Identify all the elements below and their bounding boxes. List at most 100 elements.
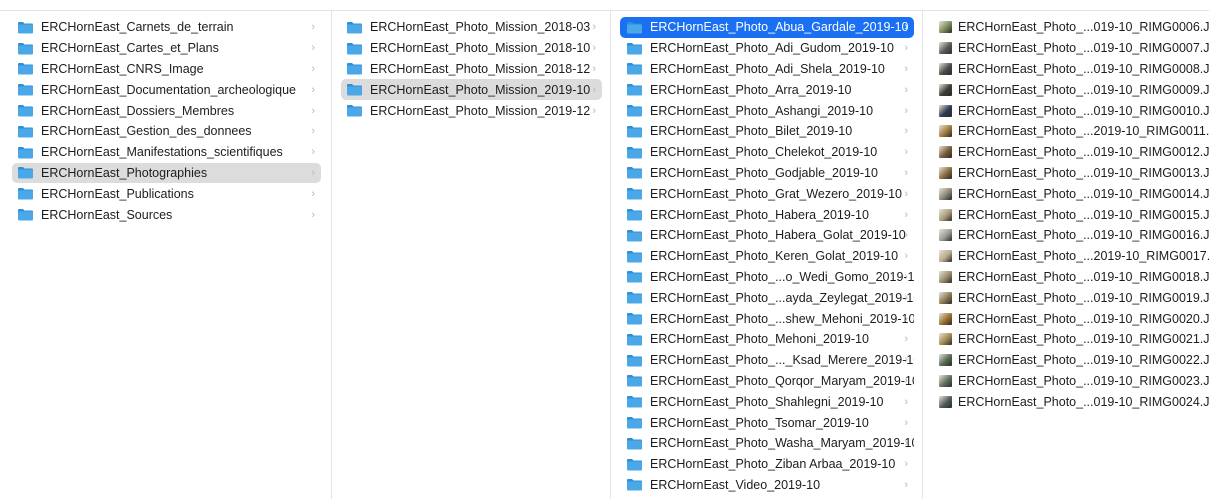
file-item[interactable]: ERCHornEast_Photo_...019-10_RIMG0020.JPG bbox=[935, 308, 1209, 329]
folder-name: ERCHornEast_Photo_Habera_Golat_2019-10 bbox=[650, 228, 906, 243]
chevron-right-icon: › bbox=[904, 478, 908, 491]
chevron-right-icon: › bbox=[311, 146, 315, 159]
file-item[interactable]: ERCHornEast_Photo_...019-10_RIMG0016.JPG bbox=[935, 225, 1209, 246]
finder-column-root[interactable]: ERCHornEast_Carnets_de_terrain › ERCHornEa… bbox=[0, 11, 332, 499]
file-name: ERCHornEast_Photo_...019-10_RIMG0020.JPG bbox=[958, 311, 1209, 326]
folder-item[interactable]: ERCHornEast_Carnets_de_terrain › bbox=[12, 17, 321, 38]
folder-icon bbox=[18, 21, 33, 34]
folder-item[interactable]: ERCHornEast_Photo_Godjable_2019-10 › bbox=[620, 163, 914, 184]
image-thumbnail-icon bbox=[939, 21, 952, 34]
folder-item[interactable]: ERCHornEast_Photo_Shahlegni_2019-10 › bbox=[620, 391, 914, 412]
folder-item[interactable]: ERCHornEast_Photo_Habera_Golat_2019-10 › bbox=[620, 225, 914, 246]
folder-item[interactable]: ERCHornEast_Photo_Mission_2019-10 › bbox=[341, 79, 602, 101]
folder-name: ERCHornEast_Photo_Mission_2019-10 bbox=[370, 82, 591, 97]
folder-name: ERCHornEast_Photo_Abua_Gardale_2019-10 bbox=[650, 20, 909, 35]
folder-icon bbox=[627, 146, 642, 159]
chevron-right-icon: › bbox=[904, 458, 908, 471]
folder-item[interactable]: ERCHornEast_Photo_..._Ksad_Merere_2019-1… bbox=[620, 350, 914, 371]
folder-name: ERCHornEast_Photo_Washa_Maryam_2019-10 bbox=[650, 436, 914, 451]
folder-item[interactable]: ERCHornEast_Gestion_des_donnees › bbox=[12, 121, 321, 142]
folder-icon bbox=[627, 63, 642, 75]
folder-item[interactable]: ERCHornEast_Photo_Mehoni_2019-10 › bbox=[620, 329, 914, 350]
file-item[interactable]: ERCHornEast_Photo_...019-10_RIMG0024.JPG bbox=[935, 391, 1209, 412]
chevron-right-icon: › bbox=[592, 21, 596, 34]
folder-item[interactable]: ERCHornEast_Photo_Habera_2019-10 › bbox=[620, 204, 914, 225]
folder-name: ERCHornEast_Photo_...shew_Mehoni_2019-10 bbox=[650, 311, 914, 326]
folder-name: ERCHornEast_Photo_Grat_Wezero_2019-10 bbox=[650, 186, 902, 201]
file-item[interactable]: ERCHornEast_Photo_...019-10_RIMG0014.JPG bbox=[935, 183, 1209, 204]
folder-item[interactable]: ERCHornEast_Photo_Abua_Gardale_2019-10 › bbox=[620, 17, 914, 38]
file-item[interactable]: ERCHornEast_Photo_...019-10_RIMG0009.JPG bbox=[935, 79, 1209, 100]
folder-item[interactable]: ERCHornEast_Manifestations_scientifiques… bbox=[12, 142, 321, 163]
folder-item[interactable]: ERCHornEast_Photo_Mission_2018-03 › bbox=[341, 17, 602, 38]
file-item[interactable]: ERCHornEast_Photo_...019-10_RIMG0006.JPG bbox=[935, 17, 1209, 38]
file-item[interactable]: ERCHornEast_Photo_...019-10_RIMG0015.JPG bbox=[935, 204, 1209, 225]
file-item[interactable]: ERCHornEast_Photo_...019-10_RIMG0008.JPG bbox=[935, 59, 1209, 80]
image-thumbnail-icon bbox=[939, 187, 952, 200]
file-item[interactable]: ERCHornEast_Photo_...019-10_RIMG0021.JPG bbox=[935, 329, 1209, 350]
folder-item[interactable]: ERCHornEast_Photographies › bbox=[12, 162, 321, 184]
image-thumbnail-icon bbox=[939, 146, 952, 159]
file-item[interactable]: ERCHornEast_Photo_...019-10_RIMG0019.JPG bbox=[935, 287, 1209, 308]
folder-item[interactable]: ERCHornEast_Dossiers_Membres › bbox=[12, 100, 321, 121]
chevron-right-icon: › bbox=[904, 312, 908, 325]
image-thumbnail-icon bbox=[939, 291, 952, 304]
folder-item[interactable]: ERCHornEast_Photo_Adi_Shela_2019-10 › bbox=[620, 59, 914, 80]
file-name: ERCHornEast_Photo_...019-10_RIMG0019.JPG bbox=[958, 290, 1209, 305]
folder-name: ERCHornEast_Dossiers_Membres bbox=[41, 103, 235, 118]
folder-item[interactable]: ERCHornEast_Photo_Ziban Arbaa_2019-10 › bbox=[620, 454, 914, 475]
chevron-right-icon: › bbox=[904, 62, 908, 75]
chevron-right-icon: › bbox=[592, 62, 596, 75]
folder-name: ERCHornEast_Photographies bbox=[41, 165, 208, 180]
folder-item[interactable]: ERCHornEast_Photo_...o_Wedi_Gomo_2019-10… bbox=[620, 267, 914, 288]
folder-icon bbox=[347, 84, 362, 96]
folder-item[interactable]: ERCHornEast_Photo_Qorqor_Maryam_2019-10 › bbox=[620, 371, 914, 392]
file-item[interactable]: ERCHornEast_Photo_...2019-10_RIMG0017.JP… bbox=[935, 246, 1209, 267]
folder-item[interactable]: ERCHornEast_Photo_Bilet_2019-10 › bbox=[620, 121, 914, 142]
folder-item[interactable]: ERCHornEast_Photo_Mission_2018-12 › bbox=[341, 59, 602, 80]
folder-name: ERCHornEast_Publications bbox=[41, 186, 194, 201]
folder-icon bbox=[627, 250, 642, 263]
folder-item[interactable]: ERCHornEast_Photo_Adi_Gudom_2019-10 › bbox=[620, 38, 914, 59]
finder-column-mission-2019-10[interactable]: ERCHornEast_Photo_Abua_Gardale_2019-10 › E… bbox=[611, 11, 923, 499]
file-item[interactable]: ERCHornEast_Photo_...019-10_RIMG0023.JPG bbox=[935, 371, 1209, 392]
folder-item[interactable]: ERCHornEast_Photo_Grat_Wezero_2019-10 › bbox=[620, 183, 914, 204]
folder-item[interactable]: ERCHornEast_Photo_...ayda_Zeylegat_2019-… bbox=[620, 287, 914, 308]
folder-item[interactable]: ERCHornEast_Photo_Keren_Golat_2019-10 › bbox=[620, 246, 914, 267]
folder-name: ERCHornEast_Manifestations_scientifiques bbox=[41, 145, 283, 160]
chevron-right-icon: › bbox=[904, 395, 908, 408]
folder-icon bbox=[347, 42, 362, 55]
folder-item[interactable]: ERCHornEast_Photo_Tsomar_2019-10 › bbox=[620, 412, 914, 433]
folder-item[interactable]: ERCHornEast_Video_2019-10 › bbox=[620, 475, 914, 496]
folder-item[interactable]: ERCHornEast_Photo_Ashangi_2019-10 › bbox=[620, 100, 914, 121]
file-item[interactable]: ERCHornEast_Photo_...2019-10_RIMG0011.JP… bbox=[935, 121, 1209, 142]
file-item[interactable]: ERCHornEast_Photo_...019-10_RIMG0010.JPG bbox=[935, 100, 1209, 121]
file-item[interactable]: ERCHornEast_Photo_...019-10_RIMG0007.JPG bbox=[935, 38, 1209, 59]
chevron-right-icon: › bbox=[904, 21, 908, 34]
finder-column-photographies[interactable]: ERCHornEast_Photo_Mission_2018-03 › ERCHor… bbox=[332, 11, 611, 499]
folder-icon bbox=[627, 105, 642, 117]
file-name: ERCHornEast_Photo_...019-10_RIMG0023.JPG bbox=[958, 373, 1209, 388]
folder-icon bbox=[627, 333, 642, 346]
folder-item[interactable]: ERCHornEast_Cartes_et_Plans › bbox=[12, 38, 321, 59]
folder-item[interactable]: ERCHornEast_CNRS_Image › bbox=[12, 59, 321, 80]
chevron-right-icon: › bbox=[592, 104, 596, 117]
folder-item[interactable]: ERCHornEast_Sources › bbox=[12, 204, 321, 225]
folder-item[interactable]: ERCHornEast_Photo_Chelekot_2019-10 › bbox=[620, 142, 914, 163]
file-item[interactable]: ERCHornEast_Photo_...019-10_RIMG0013.JPG bbox=[935, 163, 1209, 184]
file-item[interactable]: ERCHornEast_Photo_...019-10_RIMG0018.JPG bbox=[935, 267, 1209, 288]
file-item[interactable]: ERCHornEast_Photo_...019-10_RIMG0012.JPG bbox=[935, 142, 1209, 163]
folder-name: ERCHornEast_Photo_Adi_Gudom_2019-10 bbox=[650, 41, 894, 56]
folder-item[interactable]: ERCHornEast_Publications › bbox=[12, 183, 321, 204]
folder-icon bbox=[627, 167, 642, 179]
folder-item[interactable]: ERCHornEast_Documentation_archeologique › bbox=[12, 79, 321, 100]
folder-icon bbox=[627, 188, 642, 200]
folder-item[interactable]: ERCHornEast_Photo_Mission_2019-12 › bbox=[341, 100, 602, 121]
folder-item[interactable]: ERCHornEast_Photo_Mission_2018-10 › bbox=[341, 38, 602, 59]
finder-column-abua-gardale[interactable]: ERCHornEast_Photo_...019-10_RIMG0006.JPG… bbox=[923, 11, 1209, 499]
folder-item[interactable]: ERCHornEast_Photo_Arra_2019-10 › bbox=[620, 79, 914, 100]
file-item[interactable]: ERCHornEast_Photo_...019-10_RIMG0022.JPG bbox=[935, 350, 1209, 371]
folder-item[interactable]: ERCHornEast_Photo_...shew_Mehoni_2019-10… bbox=[620, 308, 914, 329]
folder-icon bbox=[18, 125, 33, 138]
folder-item[interactable]: ERCHornEast_Photo_Washa_Maryam_2019-10 › bbox=[620, 433, 914, 454]
